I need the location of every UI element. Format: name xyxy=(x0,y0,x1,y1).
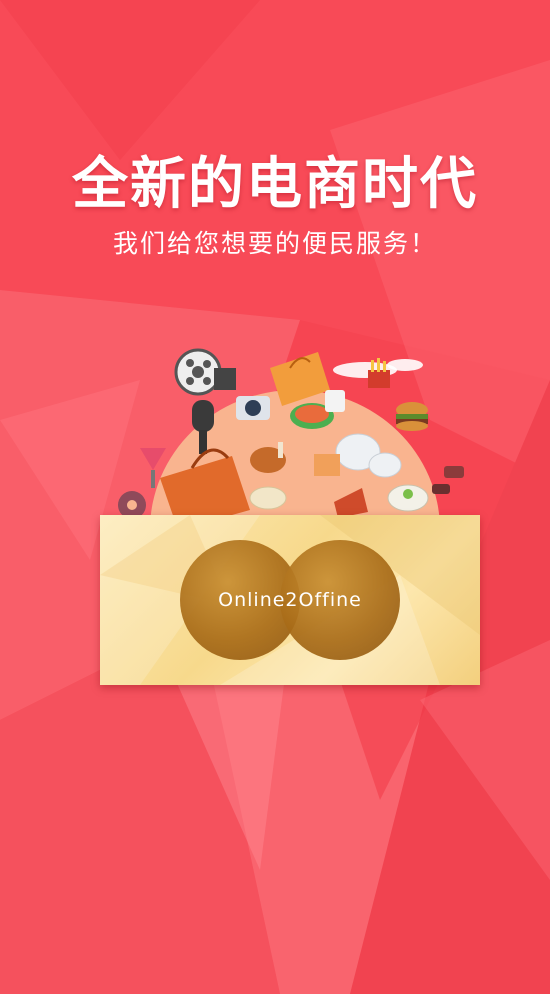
dessert-cup-icon xyxy=(432,466,464,494)
cup-icon xyxy=(325,390,345,412)
noodle-bowl-icon xyxy=(249,486,287,510)
splash-subtitle: 我们给您想要的便民服务！ xyxy=(112,229,437,258)
splash-headline: 全新的电商时代 xyxy=(72,152,478,217)
camera-icon xyxy=(236,396,270,420)
film-reel-icon xyxy=(174,348,236,396)
burger-icon xyxy=(396,402,428,431)
brand-text: Online2Offine xyxy=(218,589,362,611)
splash-screen: 全新的电商时代 我们给您想要的便民服务！ Online2Offine xyxy=(0,0,550,994)
o2o-envelope-card: Online2Offine xyxy=(100,515,480,685)
fries-icon xyxy=(368,358,390,388)
handbag-icon xyxy=(314,454,340,476)
rice-bowl-icon xyxy=(387,484,429,512)
